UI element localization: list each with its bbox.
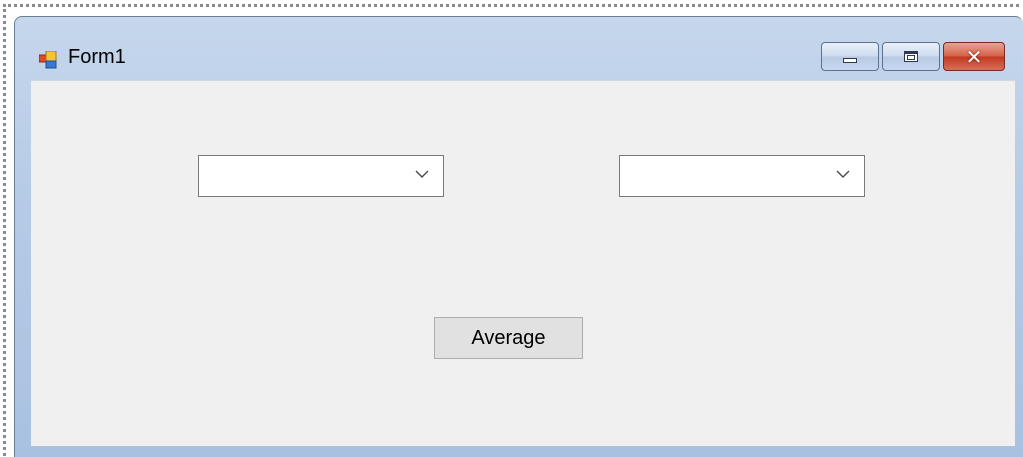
minimize-button[interactable] <box>821 42 879 71</box>
minimize-icon <box>843 58 857 63</box>
average-button[interactable]: Average <box>434 317 583 359</box>
maximize-button[interactable] <box>882 42 940 71</box>
form-client-area: Average <box>31 80 1015 446</box>
designer-canvas: Form1 ✕ Average <box>0 0 1023 457</box>
form-window: Form1 ✕ Average <box>14 16 1023 457</box>
left-combobox[interactable] <box>198 155 444 197</box>
close-icon: ✕ <box>965 44 983 69</box>
title-bar[interactable]: Form1 ✕ <box>15 17 1023 80</box>
maximize-icon <box>904 51 918 62</box>
winforms-app-icon <box>39 51 57 69</box>
window-title: Form1 <box>68 46 126 68</box>
caption-buttons: ✕ <box>821 42 1005 71</box>
close-button[interactable]: ✕ <box>943 42 1005 71</box>
chevron-down-icon[interactable] <box>415 169 429 179</box>
right-combobox[interactable] <box>619 155 865 197</box>
chevron-down-icon[interactable] <box>836 169 850 179</box>
